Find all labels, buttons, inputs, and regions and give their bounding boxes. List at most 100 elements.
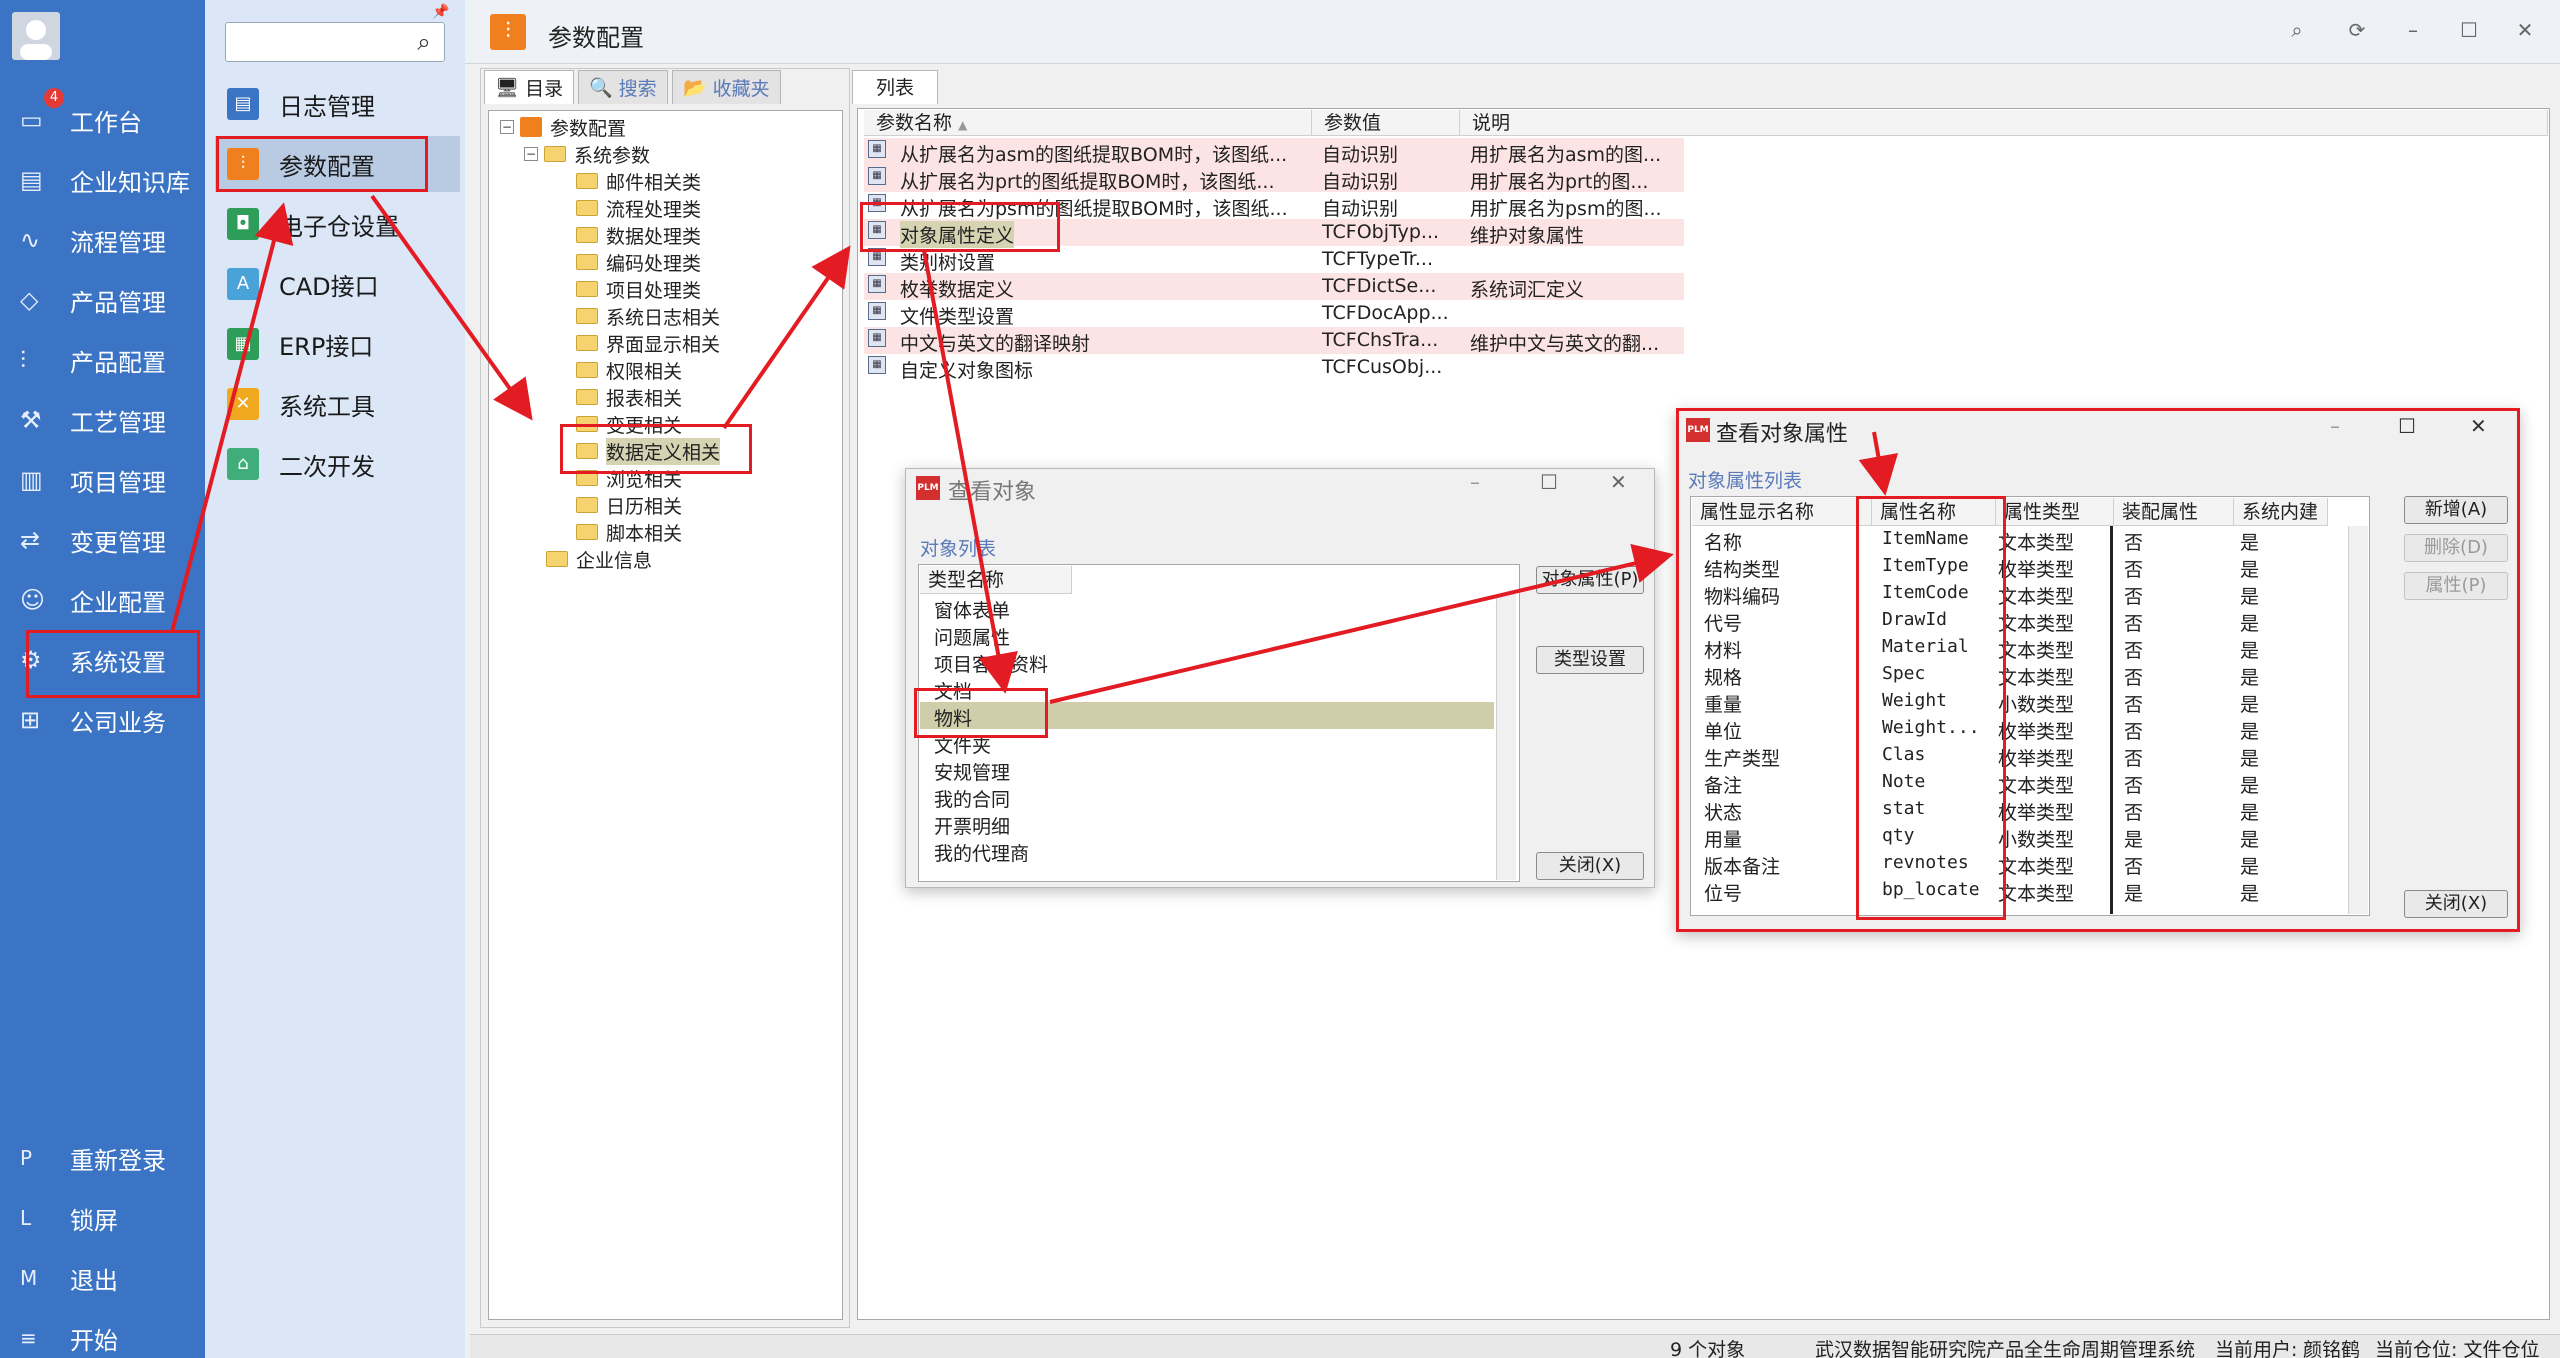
tree-node-root[interactable]: − 参数配置 xyxy=(500,114,626,140)
maximize-icon[interactable]: ☐ xyxy=(2454,18,2484,42)
nav-item[interactable]: ☺ 企业配置 xyxy=(0,572,205,628)
close-icon[interactable]: ✕ xyxy=(1610,470,1627,494)
annotation-box xyxy=(1856,496,2006,920)
folder-icon xyxy=(576,524,598,540)
nav-item-bottom[interactable]: ≡ 开始 xyxy=(0,1310,205,1358)
subnav-item[interactable]: ◘ 电子仓设置 xyxy=(215,196,460,252)
subnav-item[interactable]: ⌂ 二次开发 xyxy=(215,436,460,492)
tree-node[interactable]: 数据处理类 xyxy=(576,222,701,248)
tab-favorites[interactable]: 📂 收藏夹 xyxy=(672,70,781,104)
param-icon: ▦ xyxy=(868,140,886,158)
tree-node[interactable]: 报表相关 xyxy=(576,384,682,410)
nav-item[interactable]: ⇄ 变更管理 xyxy=(0,512,205,568)
page-title: 参数配置 xyxy=(548,24,644,52)
param-icon: ▦ xyxy=(868,167,886,185)
column-header-name[interactable]: 参数名称 ▲ xyxy=(864,110,1312,136)
tree-node[interactable]: 脚本相关 xyxy=(576,519,682,545)
list-item[interactable]: 安规管理 xyxy=(920,756,1072,784)
tab-search[interactable]: 🔍 搜索 xyxy=(578,70,668,104)
column-header-value[interactable]: 参数值 xyxy=(1312,110,1460,136)
param-icon: ▦ xyxy=(868,329,886,347)
object-props-button[interactable]: 对象属性(P) xyxy=(1536,566,1644,594)
shortcut-key: M xyxy=(20,1266,38,1290)
table-row[interactable]: ▦ 自定义对象图标 TCFCusObj... xyxy=(864,354,1684,382)
flow-icon: ∿ xyxy=(20,226,41,254)
tree-node[interactable]: 流程处理类 xyxy=(576,195,701,221)
nav-item[interactable]: ▭ 工作台 xyxy=(0,92,205,148)
tree-node[interactable]: 界面显示相关 xyxy=(576,330,720,356)
search-icon[interactable]: ⌕ xyxy=(2282,18,2312,42)
nav-item[interactable]: ∿ 流程管理 xyxy=(0,212,205,268)
minimize-icon[interactable]: – xyxy=(2398,18,2428,42)
list-item[interactable]: 我的代理商 xyxy=(920,837,1072,865)
type-settings-button[interactable]: 类型设置 xyxy=(1536,646,1644,674)
nav-item[interactable]: ⫶ 产品配置 xyxy=(0,332,205,388)
scrollbar[interactable] xyxy=(1496,594,1516,880)
user-avatar-icon xyxy=(20,20,52,60)
shortcut-key: ≡ xyxy=(20,1326,37,1350)
list-item[interactable]: 项目客户资料 xyxy=(920,648,1072,676)
folder-icon xyxy=(576,362,598,378)
module-icon: ▦ xyxy=(227,328,259,360)
nav-item-bottom[interactable]: P 重新登录 xyxy=(0,1130,205,1186)
folder-icon xyxy=(576,200,598,216)
list-item[interactable]: 开票明细 xyxy=(920,810,1072,838)
object-list-label: 对象列表 xyxy=(920,538,997,560)
close-icon[interactable]: ✕ xyxy=(2510,18,2540,42)
collapse-icon: − xyxy=(524,147,538,161)
tab-directory[interactable]: 🖥 目录 xyxy=(484,70,575,104)
column-header-desc[interactable]: 说明 xyxy=(1460,110,2548,136)
minimize-icon[interactable]: – xyxy=(1470,470,1480,494)
current-user-label: 当前用户: xyxy=(2215,1339,2298,1358)
table-row[interactable]: ▦ 从扩展名为prt的图纸提取BOM时，该图纸... 自动识别 用扩展名为prt的图.… xyxy=(864,165,1684,193)
tree-node[interactable]: 日历相关 xyxy=(576,492,682,518)
folder-icon xyxy=(546,551,568,567)
tree-node-company[interactable]: 企业信息 xyxy=(546,546,652,572)
nav-item-bottom[interactable]: L 锁屏 xyxy=(0,1190,205,1246)
tree-node[interactable]: 邮件相关类 xyxy=(576,168,701,194)
refresh-icon[interactable]: ⟳ xyxy=(2342,18,2372,42)
window-titlebar xyxy=(465,0,2560,64)
subnav-item[interactable]: ▦ ERP接口 xyxy=(215,316,460,372)
list-item[interactable]: 我的合同 xyxy=(920,783,1072,811)
tree-node-system[interactable]: − 系统参数 xyxy=(524,141,650,167)
module-icon: A xyxy=(227,268,259,300)
tree-node[interactable]: 项目处理类 xyxy=(576,276,701,302)
subnav-item[interactable]: ✕ 系统工具 xyxy=(215,376,460,432)
table-row[interactable]: ▦ 中文与英文的翻译映射 TCFChsTra... 维护中文与英文的翻... xyxy=(864,327,1684,355)
table-row[interactable]: ▦ 从扩展名为asm的图纸提取BOM时，该图纸... 自动识别 用扩展名为asm的图.… xyxy=(864,138,1684,166)
subnav-item[interactable]: ▤ 日志管理 xyxy=(215,76,460,132)
person-icon: ☺ xyxy=(20,586,46,614)
pin-icon[interactable]: 📌 xyxy=(432,4,449,20)
folder-icon xyxy=(576,281,598,297)
maximize-icon[interactable]: ☐ xyxy=(1540,470,1558,494)
annotation-box xyxy=(1676,408,2520,932)
folder-icon xyxy=(576,389,598,405)
avatar[interactable] xyxy=(12,12,60,60)
tree-node[interactable]: 系统日志相关 xyxy=(576,303,720,329)
list-item[interactable]: 问题属性 xyxy=(920,621,1072,649)
notification-badge: 4 xyxy=(44,88,64,108)
param-icon: ▦ xyxy=(868,356,886,374)
nav-item[interactable]: ◇ 产品管理 xyxy=(0,272,205,328)
folder-icon xyxy=(576,308,598,324)
table-row[interactable]: ▦ 枚举数据定义 TCFDictSe... 系统词汇定义 xyxy=(864,273,1684,301)
params-config-icon: ⫶ xyxy=(490,14,526,50)
close-button[interactable]: 关闭(X) xyxy=(1536,852,1644,880)
swap-icon: ⇄ xyxy=(20,526,41,554)
tab-list[interactable]: 列表 xyxy=(852,70,938,104)
nav-item[interactable]: ▥ 项目管理 xyxy=(0,452,205,508)
nav-item[interactable]: ⚒ 工艺管理 xyxy=(0,392,205,448)
cube-icon: ◇ xyxy=(20,286,39,314)
table-row[interactable]: ▦ 文件类型设置 TCFDocApp... xyxy=(864,300,1684,328)
directory-icon: 🖥 xyxy=(495,77,520,99)
tree-node[interactable]: 权限相关 xyxy=(576,357,682,383)
subnav-item[interactable]: A CAD接口 xyxy=(215,256,460,312)
nav-item-bottom[interactable]: M 退出 xyxy=(0,1250,205,1306)
list-item[interactable]: 窗体表单 xyxy=(920,594,1072,622)
search-icon[interactable]: ⌕ xyxy=(406,24,442,60)
nav-item[interactable]: ▤ 企业知识库 xyxy=(0,152,205,208)
nav-item[interactable]: ⊞ 公司业务 xyxy=(0,692,205,748)
tree-node[interactable]: 编码处理类 xyxy=(576,249,701,275)
column-header-type[interactable]: 类型名称 xyxy=(920,566,1072,594)
